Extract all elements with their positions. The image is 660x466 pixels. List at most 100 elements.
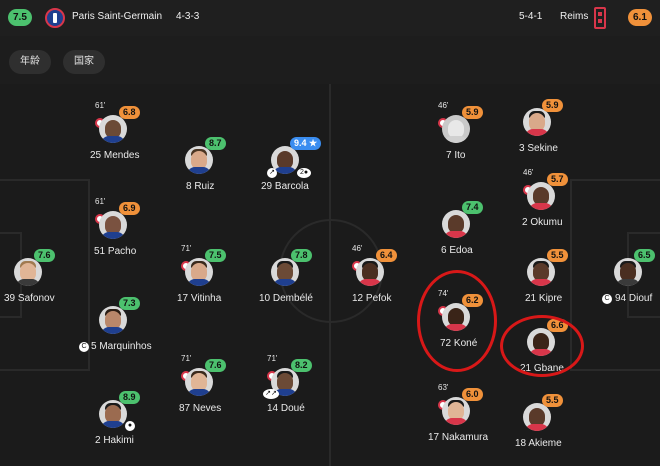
player-name: 87 Neves bbox=[179, 403, 222, 414]
avatar bbox=[14, 258, 42, 286]
rating-badge: 6.8 bbox=[119, 106, 140, 119]
player-pefok[interactable]: 46' 6.4 12 Pefok bbox=[352, 244, 397, 304]
home-formation: 4-3-3 bbox=[176, 11, 200, 22]
player-diouf[interactable]: 6.5 C 94 Diouf bbox=[602, 249, 655, 304]
player-name: 17 Nakamura bbox=[428, 432, 489, 443]
sub-minute: 61' bbox=[95, 197, 106, 206]
avatar bbox=[523, 108, 551, 136]
avatar bbox=[442, 397, 470, 425]
player-name: 10 Dembélé bbox=[259, 293, 313, 304]
avatar bbox=[527, 182, 555, 210]
sub-minute: 46' bbox=[352, 244, 363, 253]
avatar bbox=[99, 115, 127, 143]
player-vitinha[interactable]: 71' 7.5 17 Vitinha bbox=[177, 244, 226, 304]
player-name: 12 Pefok bbox=[352, 293, 392, 304]
goal-icon: ● bbox=[125, 421, 135, 431]
player-name: 18 Akieme bbox=[515, 438, 562, 449]
sub-minute: 71' bbox=[181, 354, 192, 363]
avatar bbox=[99, 400, 127, 428]
captain-icon: C bbox=[79, 342, 89, 352]
avatar bbox=[356, 258, 384, 286]
avatar bbox=[99, 211, 127, 239]
rating-badge: 8.7 bbox=[205, 137, 226, 150]
reims-logo-icon[interactable] bbox=[594, 7, 606, 29]
player-name: 94 Diouf bbox=[615, 293, 653, 304]
rating-badge: 7.3 bbox=[119, 297, 140, 310]
avatar bbox=[185, 368, 213, 396]
assists-icon: ↗↗ bbox=[263, 389, 279, 399]
filter-bar: 年龄 国家 bbox=[0, 36, 660, 84]
highlight-circle-gbane bbox=[500, 315, 584, 377]
home-team-name[interactable]: Paris Saint-Germain bbox=[72, 11, 162, 22]
player-neves[interactable]: 71' 7.6 87 Neves bbox=[179, 354, 226, 414]
psg-logo-icon[interactable] bbox=[45, 8, 65, 28]
avatar bbox=[527, 258, 555, 286]
away-formation: 5-4-1 bbox=[519, 11, 543, 22]
rating-badge: 6.0 bbox=[462, 388, 483, 401]
rating-badge: 5.9 bbox=[542, 99, 563, 112]
captain-icon: C bbox=[602, 294, 612, 304]
avatar bbox=[185, 146, 213, 174]
rating-badge: 7.4 bbox=[462, 201, 483, 214]
sub-minute: 71' bbox=[181, 244, 192, 253]
player-nakamura[interactable]: 63' 6.0 17 Nakamura bbox=[428, 383, 488, 443]
rating-badge: 6.4 bbox=[376, 249, 397, 262]
player-sekine[interactable]: 5.9 3 Sekine bbox=[519, 99, 563, 154]
rating-badge: 6.9 bbox=[119, 202, 140, 215]
sub-minute: 71' bbox=[267, 354, 278, 363]
age-filter-chip[interactable]: 年龄 bbox=[9, 50, 51, 74]
player-name: 5 Marquinhos bbox=[91, 341, 152, 352]
player-okumu[interactable]: 46' 5.7 2 Okumu bbox=[522, 168, 568, 228]
player-name: 51 Pacho bbox=[94, 246, 137, 257]
player-name: 8 Ruiz bbox=[186, 181, 215, 192]
avatar bbox=[442, 210, 470, 238]
avatar bbox=[442, 115, 470, 143]
rating-badge: 7.8 bbox=[291, 249, 312, 262]
avatar bbox=[99, 306, 127, 334]
rating-badge: 7.6 bbox=[34, 249, 55, 262]
rating-badge: 6.5 bbox=[634, 249, 655, 262]
player-name: 2 Hakimi bbox=[95, 435, 134, 446]
away-team-name[interactable]: Reims bbox=[560, 11, 588, 22]
player-edoa[interactable]: 7.4 6 Edoa bbox=[441, 201, 483, 256]
rating-badge: 9.4 ★ bbox=[290, 137, 322, 150]
avatar bbox=[271, 258, 299, 286]
player-barcola[interactable]: 9.4 ★ ↗ 2● 29 Barcola bbox=[261, 137, 322, 192]
player-safonov[interactable]: 7.6 39 Safonov bbox=[4, 249, 55, 304]
rating-badge: 7.5 bbox=[205, 249, 226, 262]
player-ito[interactable]: 46' 5.9 7 Ito bbox=[438, 101, 483, 161]
player-name: 29 Barcola bbox=[261, 181, 309, 192]
home-team-rating: 7.5 bbox=[8, 9, 32, 26]
player-dembele[interactable]: 7.8 10 Dembélé bbox=[259, 249, 313, 304]
rating-badge: 5.5 bbox=[542, 394, 563, 407]
player-doue[interactable]: 71' 8.2 ↗↗ 14 Doué bbox=[263, 354, 312, 414]
highlight-circle-kone bbox=[417, 270, 497, 372]
assist-icon: ↗ bbox=[267, 168, 277, 178]
player-name: 6 Edoa bbox=[441, 245, 473, 256]
rating-badge: 5.7 bbox=[547, 173, 568, 186]
goals-icon: 2● bbox=[297, 168, 311, 178]
avatar bbox=[185, 258, 213, 286]
rating-badge: 5.9 bbox=[462, 106, 483, 119]
player-kipre[interactable]: 5.5 21 Kipre bbox=[525, 249, 568, 304]
player-ruiz[interactable]: 8.7 8 Ruiz bbox=[185, 137, 226, 192]
avatar bbox=[614, 258, 642, 286]
sub-minute: 61' bbox=[95, 101, 106, 110]
player-marquinhos[interactable]: 7.3 C 5 Marquinhos bbox=[79, 297, 152, 352]
match-header: 7.5 Paris Saint-Germain 4-3-3 5-4-1 Reim… bbox=[0, 0, 660, 36]
player-name: 7 Ito bbox=[446, 150, 466, 161]
rating-badge: 7.6 bbox=[205, 359, 226, 372]
player-name: 2 Okumu bbox=[522, 217, 563, 228]
player-name: 39 Safonov bbox=[4, 293, 55, 304]
player-mendes[interactable]: 61' 6.8 25 Mendes bbox=[90, 101, 140, 161]
player-pacho[interactable]: 61' 6.9 51 Pacho bbox=[94, 197, 140, 257]
player-hakimi[interactable]: 8.9 ● 2 Hakimi bbox=[95, 391, 140, 446]
rating-badge: 5.5 bbox=[547, 249, 568, 262]
rating-badge: 8.9 bbox=[119, 391, 140, 404]
player-name: 25 Mendes bbox=[90, 150, 140, 161]
sub-minute: 46' bbox=[438, 101, 449, 110]
country-filter-chip[interactable]: 国家 bbox=[63, 50, 105, 74]
player-name: 3 Sekine bbox=[519, 143, 558, 154]
player-akieme[interactable]: 5.5 18 Akieme bbox=[515, 394, 563, 449]
sub-minute: 63' bbox=[438, 383, 449, 392]
